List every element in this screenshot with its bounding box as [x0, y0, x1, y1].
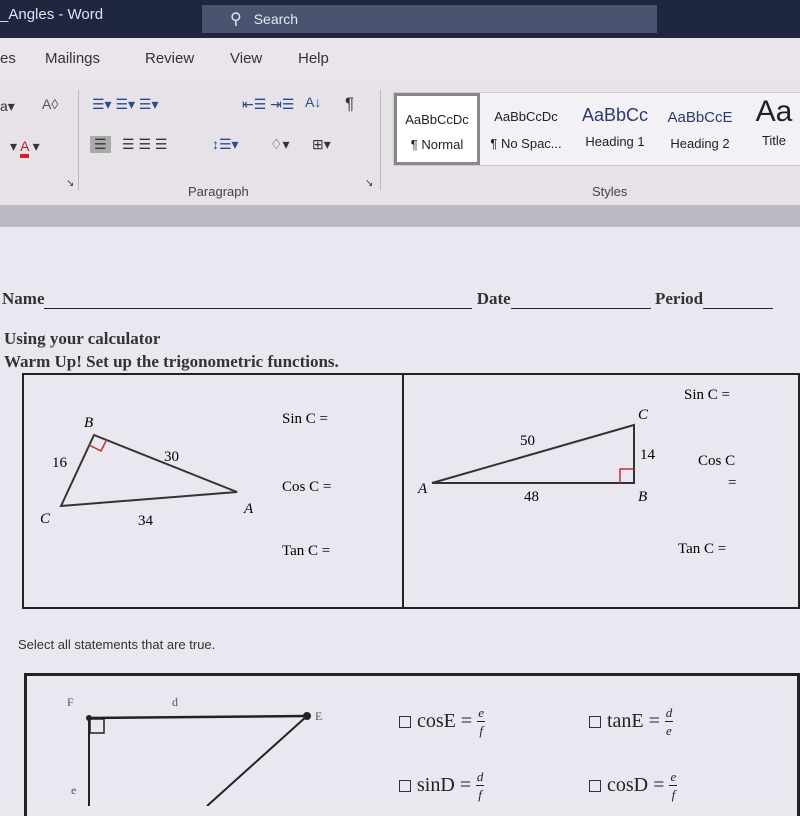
document-page[interactable]: Name Date Period Using your calculator W… — [0, 227, 800, 816]
checkbox[interactable] — [399, 779, 411, 792]
name-field[interactable] — [44, 294, 473, 309]
side-ac: 50 — [520, 433, 535, 449]
checkbox[interactable] — [399, 715, 411, 728]
clear-formatting-icon[interactable]: A◊ — [42, 96, 58, 112]
triangle2-figure: C A B 50 14 48 Sin C = Cos C = Tan C = — [417, 387, 736, 557]
sort-icon[interactable]: A↓ — [305, 94, 321, 110]
tab-review[interactable]: Review — [145, 50, 194, 67]
align-left-icon[interactable]: ☰ — [90, 136, 111, 153]
select-prompt: Select all statements that are true. — [18, 637, 216, 652]
statement-sind[interactable]: sinD = d f — [399, 770, 485, 801]
style-heading-1[interactable]: AaBbCc Heading 1 — [574, 93, 656, 165]
name-label: Name — [2, 289, 45, 308]
side-e: e — [71, 783, 76, 797]
vertex-a: A — [417, 481, 428, 497]
vertex-f: F — [67, 695, 74, 709]
borders-icon[interactable]: ⊞▾ — [312, 136, 331, 153]
tab-view[interactable]: View — [230, 50, 262, 67]
search-placeholder: Search — [253, 11, 299, 27]
vertex-c: C — [40, 511, 51, 527]
shading-icon[interactable]: ♢▾ — [270, 136, 290, 153]
cos-c-equals: = — [728, 475, 736, 491]
period-label: Period — [654, 289, 704, 308]
vertex-c: C — [638, 407, 649, 423]
align-icons[interactable]: ☰ ☰ ☰ — [122, 136, 167, 153]
date-label: Date — [476, 289, 511, 308]
vertex-e: E — [315, 709, 322, 723]
cos-c-label: Cos C — [698, 453, 735, 469]
instruction-1: Using your calculator — [4, 329, 161, 348]
sin-c-label: Sin C = — [282, 411, 328, 427]
bullets-icon[interactable]: ☰▾ ☰▾ ☰▾ — [92, 96, 159, 113]
style-no-spacing[interactable]: AaBbCcDc ¶ No Spac... — [484, 93, 568, 165]
side-ab: 48 — [524, 489, 539, 505]
vertex-a: A — [243, 501, 254, 517]
side-ca: 34 — [138, 513, 154, 529]
style-heading-2[interactable]: AaBbCcE Heading 2 — [660, 93, 740, 165]
tan-c-label: Tan C = — [282, 543, 330, 559]
header-line: Name Date Period — [2, 289, 800, 309]
tab-references[interactable]: es — [0, 50, 16, 67]
ruler-band — [0, 205, 800, 227]
pilcrow-icon[interactable]: ¶ — [345, 94, 354, 114]
search-icon: ⚲ — [230, 11, 242, 28]
period-field[interactable] — [703, 294, 774, 309]
paragraph-dialog-launcher-icon[interactable]: ↘ — [365, 178, 373, 189]
sin-c-label: Sin C = — [684, 387, 730, 403]
group-label-styles: Styles — [592, 184, 628, 199]
document-title: _Angles - Word — [0, 6, 104, 23]
title-bar: _Angles - Word ⚲ Search — [0, 0, 800, 38]
side-ba: 30 — [164, 449, 179, 465]
triangle1-figure: B C A 16 30 34 Sin C = Cos C = Tan C = — [40, 411, 331, 559]
right-angle-mark — [89, 718, 105, 734]
statement-tane[interactable]: tanE = d e — [589, 706, 673, 737]
indent-icons[interactable]: ⇤☰ ⇥☰ — [242, 96, 294, 113]
vertex-b: B — [638, 489, 647, 505]
triangle2-panel: C A B 50 14 48 Sin C = Cos C = Tan C = — [402, 373, 800, 609]
group-label-paragraph: Paragraph — [188, 184, 249, 199]
tan-c-label: Tan C = — [678, 541, 726, 557]
statement-cose[interactable]: cosE = e f — [399, 706, 486, 737]
styles-gallery: AaBbCcDc ¶ Normal AaBbCcDc ¶ No Spac... Aa… — [393, 92, 800, 166]
search-box[interactable]: ⚲ Search — [202, 5, 657, 33]
style-normal[interactable]: AaBbCcDc ¶ Normal — [394, 93, 480, 165]
triangle1-panel: B C A 16 30 34 Sin C = Cos C = Tan C = — [22, 373, 404, 609]
style-title[interactable]: Aa Title — [744, 93, 800, 165]
side-d: d — [172, 695, 178, 709]
triangle3-figure: F E d e — [67, 695, 322, 806]
cos-c-label: Cos C = — [282, 479, 331, 495]
vertex-b: B — [84, 415, 93, 431]
ribbon-tabs: es Mailings Review View Help — [0, 38, 800, 80]
checkbox[interactable] — [589, 715, 601, 728]
side-cb: 14 — [640, 447, 656, 463]
side-cb: 16 — [52, 455, 68, 471]
font-dialog-launcher-icon[interactable]: ↘ — [66, 178, 74, 189]
triangle1-shape — [59, 433, 238, 508]
instruction-2: Warm Up! Set up the trigonometric functi… — [4, 352, 339, 371]
font-color-icon: A — [20, 138, 29, 158]
tab-mailings[interactable]: Mailings — [45, 50, 100, 67]
right-angle-mark — [619, 468, 634, 483]
line-spacing-icon[interactable]: ↕☰▾ — [212, 136, 239, 153]
date-field[interactable] — [510, 294, 651, 309]
tab-help[interactable]: Help — [298, 50, 329, 67]
checkbox[interactable] — [589, 779, 601, 792]
font-dropdown-icon[interactable]: a▾ — [0, 98, 15, 115]
font-color-button[interactable]: ▾ A ▾ — [10, 138, 40, 158]
statement-cosd[interactable]: cosD = e f — [589, 770, 678, 801]
triangle3-panel: F E d e cosE = e f tanE = d e sinD = d f cosD … — [24, 673, 800, 816]
